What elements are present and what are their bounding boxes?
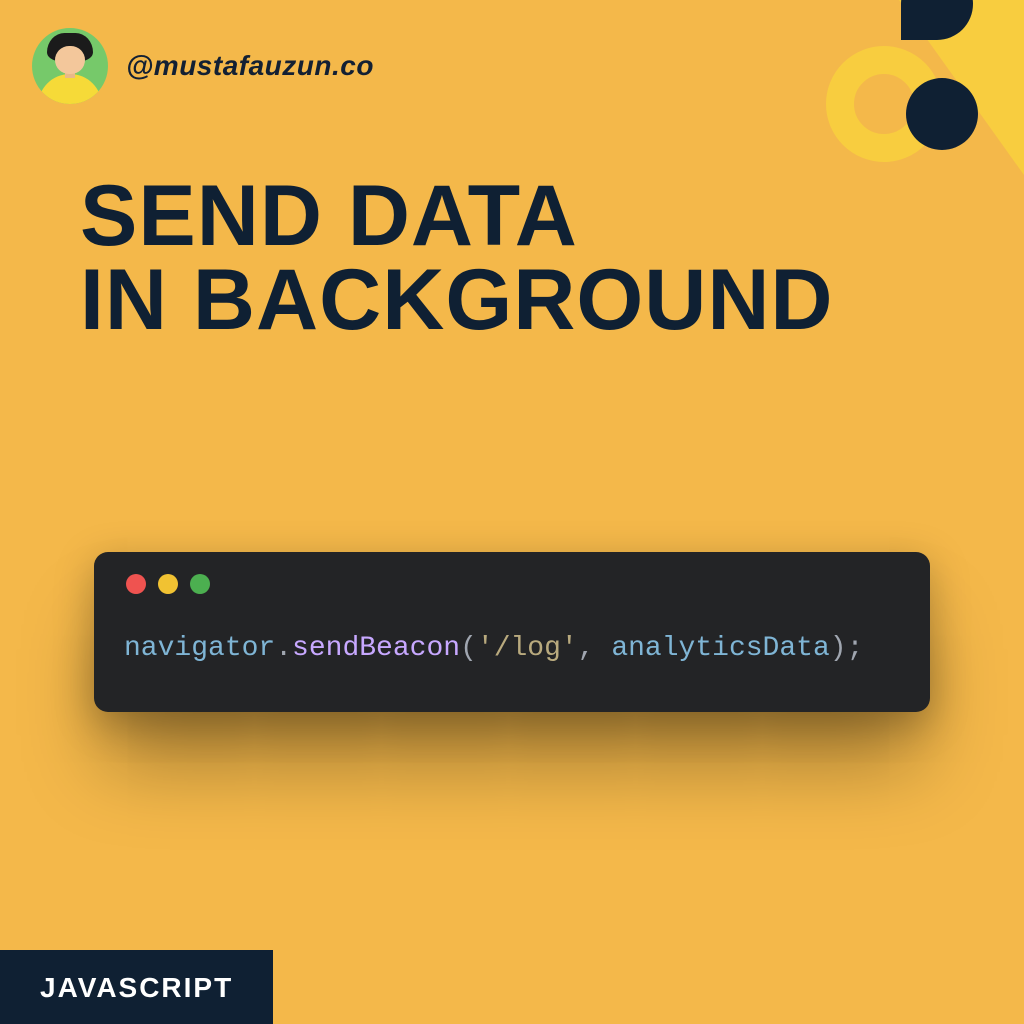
window-close-icon xyxy=(126,574,146,594)
code-token-comma: , xyxy=(578,633,612,664)
code-token-method: sendBeacon xyxy=(292,633,460,664)
page-title: SEND DATA IN BACKGROUND xyxy=(80,174,964,343)
code-token-object: navigator xyxy=(124,633,275,664)
title-line-2: IN BACKGROUND xyxy=(80,258,964,342)
code-token-dot: . xyxy=(275,633,292,664)
window-traffic-lights xyxy=(124,574,900,594)
window-maximize-icon xyxy=(190,574,210,594)
code-window: navigator.sendBeacon('/log', analyticsDa… xyxy=(94,552,930,712)
window-minimize-icon xyxy=(158,574,178,594)
avatar-icon xyxy=(32,28,108,104)
code-token-arg: analyticsData xyxy=(611,633,829,664)
header: @mustafauzun.co xyxy=(32,28,374,104)
code-token-open: ( xyxy=(460,633,477,664)
code-token-close: ); xyxy=(830,633,864,664)
author-handle: @mustafauzun.co xyxy=(126,50,374,82)
language-tag: JAVASCRIPT xyxy=(0,950,273,1024)
title-line-1: SEND DATA xyxy=(80,174,964,258)
code-snippet: navigator.sendBeacon('/log', analyticsDa… xyxy=(124,628,900,670)
code-token-string: '/log' xyxy=(477,633,578,664)
